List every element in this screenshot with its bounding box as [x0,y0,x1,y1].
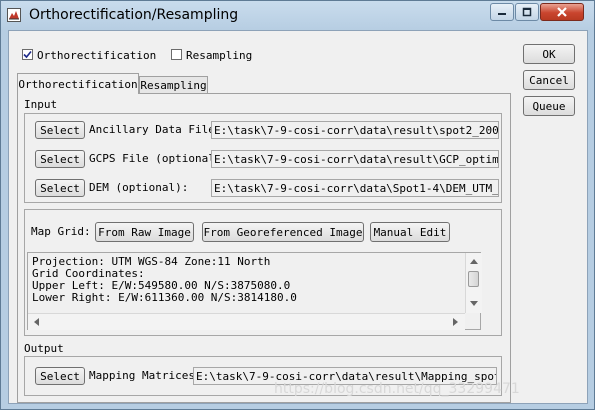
select-mapping-button[interactable]: Select [35,367,85,385]
from-georeferenced-image-button[interactable]: From Georeferenced Image [202,222,364,242]
ancillary-data-file-label: Ancillary Data File [89,123,215,136]
cancel-button[interactable]: Cancel [523,70,575,90]
tab-resampling[interactable]: Resampling [139,76,208,94]
dem-file-label: DEM (optional): [89,181,189,194]
window-title: Orthorectification/Resampling [29,7,239,23]
checkmark-icon [23,50,32,59]
resampling-option-label[interactable]: Resampling [186,49,252,62]
map-grid-info-textarea[interactable]: Projection: UTM WGS-84 Zone:11 North Gri… [27,252,482,330]
tab-panel-orthorectification: Input Select Ancillary Data File E:\task… [17,93,511,403]
resampling-checkbox[interactable] [171,49,182,60]
mapping-matrices-label: Mapping Matrices: [89,369,202,382]
select-gcps-button[interactable]: Select [35,150,85,168]
tab-orthorectification[interactable]: Orthorectification [17,73,139,94]
gcps-file-input[interactable]: E:\task\7-9-cosi-corr\data\result\GCP_op… [211,150,499,168]
title-bar[interactable]: Orthorectification/Resampling [1,1,594,31]
output-section-title: Output [24,342,64,355]
vertical-scrollbar[interactable] [465,253,482,313]
scroll-right-icon [453,318,458,326]
vertical-scroll-thumb[interactable] [468,271,479,287]
dialog-client-area: Orthorectification Resampling OK Cancel … [8,30,588,404]
scroll-up-icon [470,259,478,264]
tab-orthorectification-label: Orthorectification [18,77,138,91]
ancillary-data-file-input[interactable]: E:\task\7-9-cosi-corr\data\result\spot2_… [211,121,499,139]
close-button[interactable] [540,3,584,21]
lower-right-line: Lower Right: E/W:611360.00 N/S:3814180.0 [32,291,297,304]
dem-file-input[interactable]: E:\task\7-9-cosi-corr\data\Spot1-4\DEM_U… [211,179,499,197]
map-grid-label: Map Grid: [31,225,91,238]
orthorectification-checkbox[interactable] [22,49,33,60]
maximize-icon [522,7,532,17]
horizontal-scrollbar[interactable] [28,313,465,330]
close-icon [557,7,567,17]
watermark-text: https://blog.csdn.net/qq_33299471 [274,381,520,397]
ok-button[interactable]: OK [523,44,575,64]
orthorectification-option-label[interactable]: Orthorectification [37,49,156,62]
gcps-file-label: GCPS File (optional) [89,152,222,165]
app-icon [7,8,21,22]
queue-button[interactable]: Queue [523,96,575,116]
select-ancillary-button[interactable]: Select [35,121,85,139]
select-dem-button[interactable]: Select [35,179,85,197]
map-grid-group: Map Grid: From Raw Image From Georeferen… [24,209,502,336]
scroll-down-icon [470,301,478,306]
minimize-button[interactable] [490,3,514,21]
scroll-left-icon [34,318,39,326]
maximize-button[interactable] [515,3,539,21]
input-section-title: Input [24,98,58,111]
tab-resampling-label: Resampling [140,78,207,92]
manual-edit-button[interactable]: Manual Edit [370,222,450,242]
input-group: Select Ancillary Data File E:\task\7-9-c… [24,113,502,203]
from-raw-image-button[interactable]: From Raw Image [95,222,194,242]
dialog-window: Orthorectification/Resampling Orthorecti… [0,0,595,410]
minimize-icon [498,13,506,15]
